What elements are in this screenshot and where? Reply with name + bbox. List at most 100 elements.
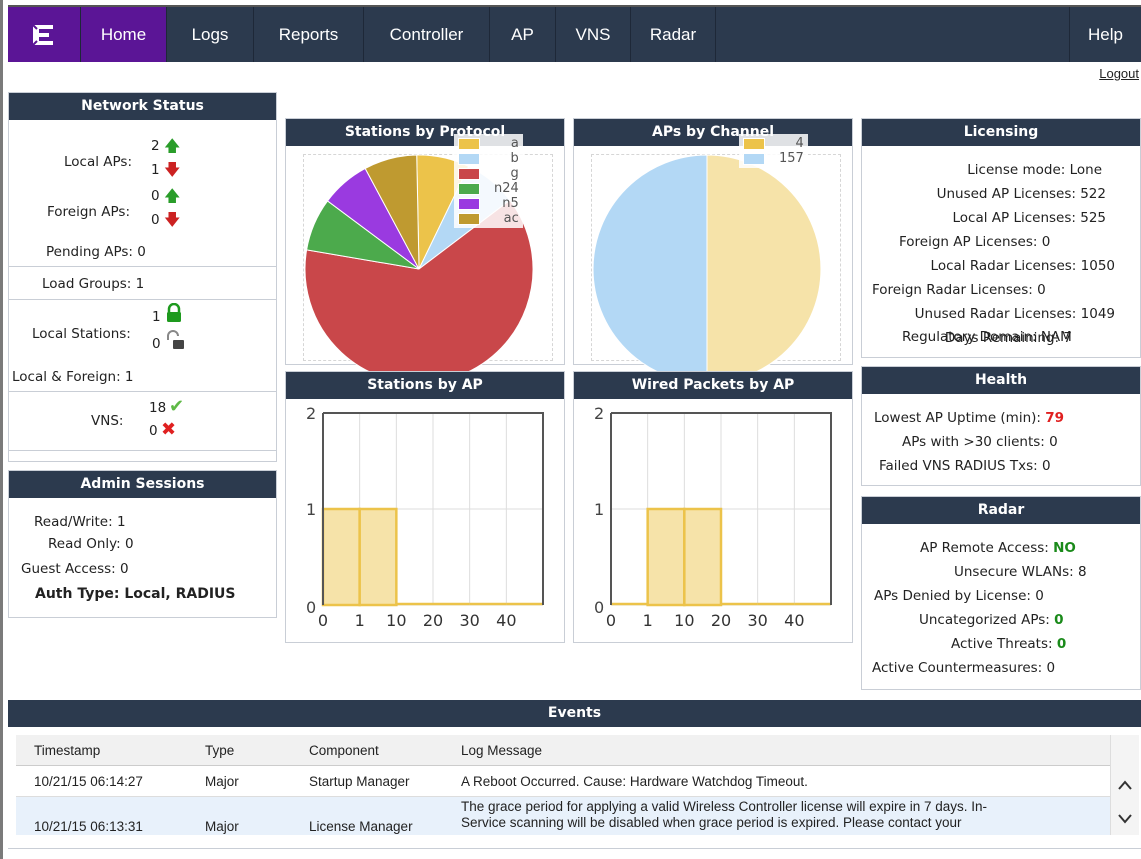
nav-help[interactable]: Help [1070,7,1141,62]
bar-1[interactable] [358,507,398,607]
panel-title: Licensing [862,119,1140,146]
chevron-up-icon[interactable] [1117,779,1133,791]
local-stations-label: Local Stations: [32,326,131,342]
arrow-down-icon: 🡇 [164,210,181,229]
nav-reports[interactable]: Reports [254,7,364,62]
unlock-icon [165,330,185,354]
load-groups: Load Groups: 1 [42,276,145,292]
panel-title: Admin Sessions [9,471,276,498]
legend-swatch [458,152,480,165]
col-component[interactable]: Component [309,743,379,758]
logout-link[interactable]: Logout [1099,66,1139,81]
x-tick-label: 0 [606,611,616,630]
vns-err-count: 0 [149,423,158,439]
panel-title: Network Status [9,93,276,120]
channel-pie-chart [592,154,822,384]
col-log-message[interactable]: Log Message [461,743,542,758]
foreign-radar-licenses: Foreign Radar Licenses: 0 [872,282,1046,298]
legend-item-n24: n24 [458,181,519,196]
network-status-panel: Network Status Local APs: 2 🡅 1 🡇 Foreig… [8,92,277,462]
protocol-legend: a b g n24 n5 ac [454,134,523,228]
cell-message-line2: Service scanning will be disabled when g… [461,815,962,830]
chevron-down-icon[interactable] [1117,813,1133,825]
cell-component: Startup Manager [309,774,410,789]
bar-0[interactable] [321,507,361,607]
unused-ap-licenses: Unused AP Licenses: 522 [936,186,1106,202]
threats-value: 0 [1056,636,1067,652]
cell-type: Major [205,819,239,834]
local-stations-unlocked-count: 0 [152,336,161,352]
radar-panel: Radar AP Remote Access: NO Unsecure WLAN… [861,496,1141,690]
x-tick-label: 1 [355,611,365,630]
legend-swatch [743,152,765,165]
pie-slice-4[interactable] [706,154,822,384]
top-nav: Home Logs Reports Controller AP VNS Rada… [8,5,1141,62]
local-aps-label: Local APs: [64,154,133,170]
legend-swatch [458,182,480,195]
legend-label: n24 [494,181,519,196]
col-timestamp[interactable]: Timestamp [34,743,100,758]
table-row[interactable]: 10/21/15 06:13:31 Major License Manager … [16,797,1110,835]
legend-swatch [458,167,480,180]
bar-10[interactable] [683,507,723,607]
legend-label: b [510,151,519,166]
nav-ap[interactable]: AP [490,7,556,62]
legend-label: 4 [795,136,804,151]
legend-item-4: 4 [743,136,804,151]
foreign-aps-label: Foreign APs: [47,204,130,220]
ap-remote-access: AP Remote Access: NO [920,540,1076,556]
legend-label: n5 [502,196,519,211]
cell-type: Major [205,774,239,789]
divider [9,299,276,300]
arrow-down-icon: 🡇 [164,160,181,179]
cell-message-line1: The grace period for applying a valid Wi… [461,799,987,814]
lock-icon [165,302,183,327]
bar-1[interactable] [646,507,686,607]
x-tick-label: 30 [459,611,479,630]
x-tick-label: 0 [318,611,328,630]
uncategorized-aps: Uncategorized APs: 0 [919,612,1064,628]
legend-swatch [458,197,480,210]
divider [8,848,1141,849]
license-mode: License mode: Lone [967,162,1102,178]
y-tick-label: 1 [306,500,316,519]
legend-item-n5: n5 [458,196,519,211]
nav-logs[interactable]: Logs [167,7,254,62]
legend-swatch [458,137,480,150]
error-x-icon: ✖ [161,419,177,440]
table-row[interactable]: 10/21/15 06:14:27 Major Startup Manager … [16,766,1110,797]
y-tick-label: 0 [594,598,604,617]
cell-timestamp: 10/21/15 06:13:31 [34,819,143,834]
arrow-up-icon: 🡅 [164,136,181,155]
y-tick-label: 1 [594,500,604,519]
vns-label: VNS: [91,413,124,429]
nav-radar[interactable]: Radar [631,7,716,62]
x-tick-label: 1 [643,611,653,630]
panel-title: Health [862,367,1140,394]
local-aps-down-count: 1 [151,162,160,178]
legend-swatch [458,212,480,225]
nav-vns[interactable]: VNS [556,7,631,62]
pie-slice-157[interactable] [592,154,708,384]
divider [9,450,276,451]
legend-label: a [510,136,519,151]
col-type[interactable]: Type [205,743,234,758]
active-threats: Active Threats: 0 [951,636,1066,652]
aps-by-channel-panel: APs by Channel 4 157 [573,118,853,384]
admin-sessions-panel: Admin Sessions Read/Write: 1 Read Only: … [8,470,277,618]
events-scrollbar[interactable] [1110,735,1139,835]
legend-item-b: b [458,151,519,166]
uptime-value: 79 [1045,410,1065,426]
logo-icon[interactable] [8,7,81,62]
failed-radius: Failed VNS RADIUS Txs: 0 [879,458,1051,474]
nav-controller[interactable]: Controller [364,7,490,62]
uptime-label: Lowest AP Uptime (min): [874,410,1041,426]
panel-title: Stations by AP [286,372,564,399]
legend-swatch [743,137,765,150]
events-table: Timestamp Type Component Log Message 10/… [16,735,1110,835]
active-countermeasures: Active Countermeasures: 0 [872,660,1056,676]
nav-home[interactable]: Home [81,7,167,62]
x-tick-label: 30 [747,611,767,630]
x-tick-label: 10 [386,611,406,630]
legend-label: ac [503,211,519,226]
